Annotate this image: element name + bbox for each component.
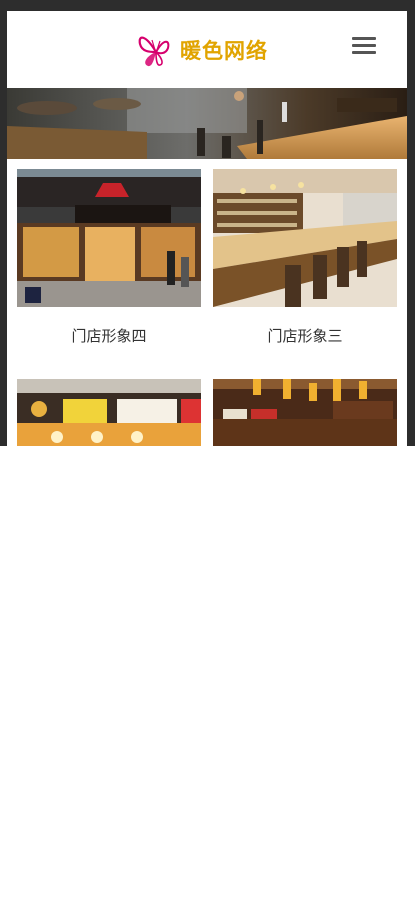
butterfly-logo-icon: [138, 36, 170, 67]
gallery-card[interactable]: [17, 379, 201, 446]
gallery-caption[interactable]: 门店形象四: [17, 325, 201, 346]
site-header: 暖色网络: [7, 11, 407, 88]
gallery-card[interactable]: 门店形象四: [17, 169, 201, 346]
gallery-card[interactable]: 门店形象三: [213, 169, 397, 346]
hamburger-menu-icon[interactable]: [352, 37, 376, 57]
page-container: 暖色网络 门店形象四 门店形象三: [7, 11, 407, 446]
outer-frame: 暖色网络 门店形象四 门店形象三: [0, 0, 415, 446]
gallery-caption[interactable]: 门店形象三: [213, 325, 397, 346]
japanese-restaurant-front-image[interactable]: [17, 379, 201, 446]
site-logo[interactable]: 暖色网络: [136, 29, 268, 71]
bar-counter-interior-image[interactable]: [213, 169, 397, 307]
hero-banner: [7, 88, 407, 159]
lantern-restaurant-interior-image[interactable]: [213, 379, 397, 446]
logo-text: 暖色网络: [180, 38, 268, 63]
gallery-card[interactable]: [213, 379, 397, 446]
pizza-hut-storefront-image[interactable]: [17, 169, 201, 307]
